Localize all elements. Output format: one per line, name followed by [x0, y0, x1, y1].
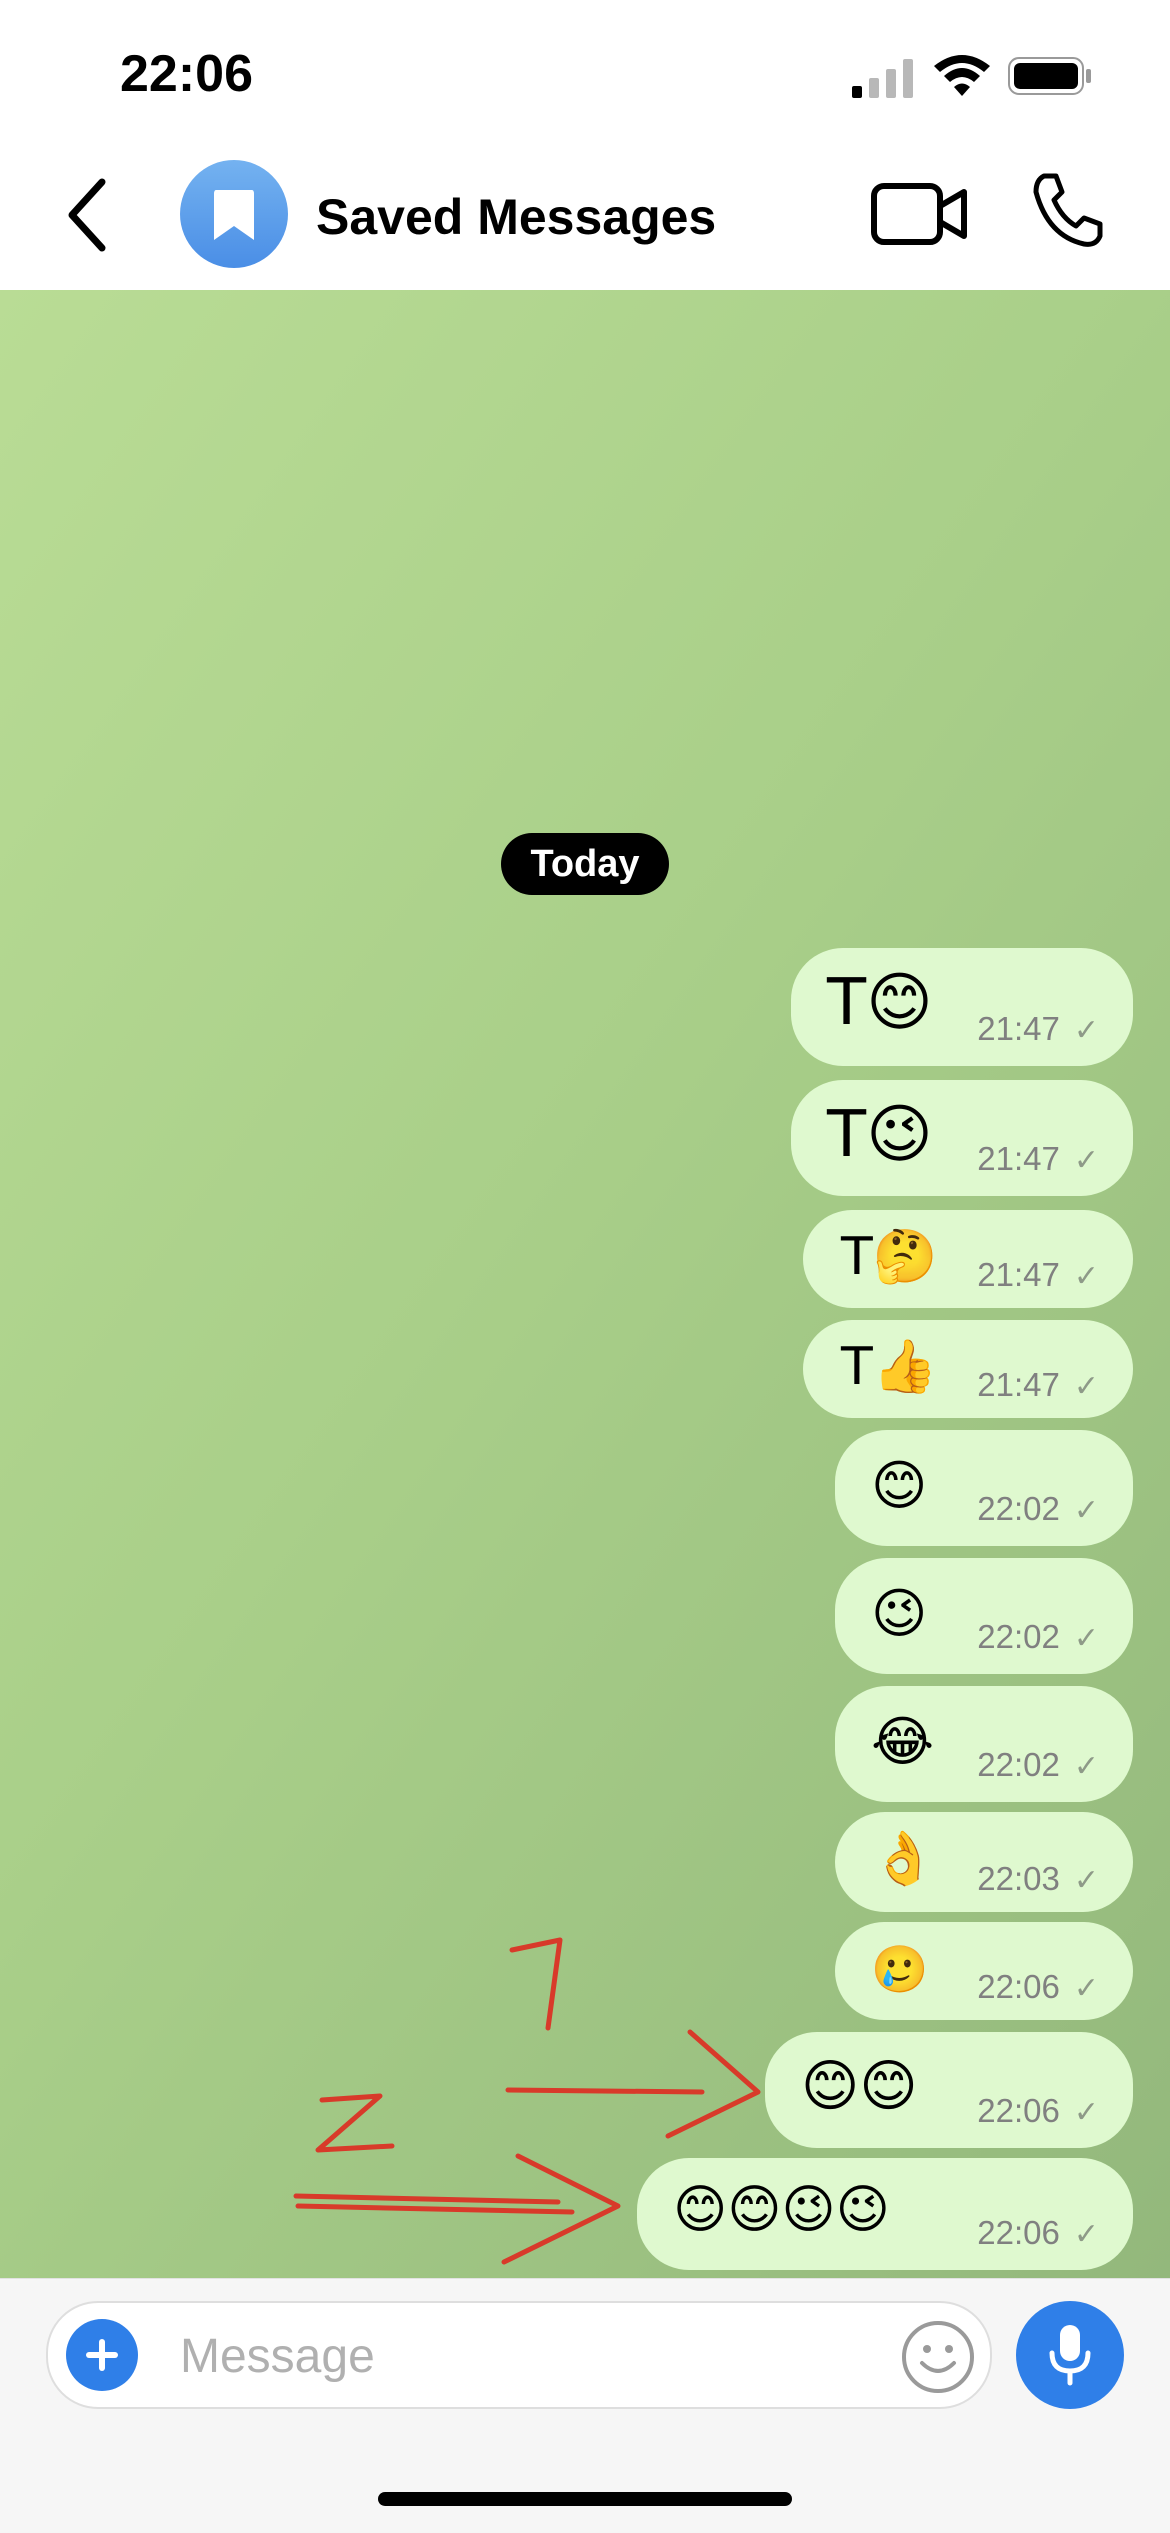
message-time: 22:02	[977, 1490, 1060, 1527]
annotation-arrow-one	[505, 2029, 761, 2139]
message-text: 🥲	[871, 1942, 929, 1996]
phone-icon[interactable]	[1030, 170, 1104, 250]
message-text: 😊😊😉😉	[673, 2180, 890, 2240]
message-bubble[interactable]: T🤔 21:47 ✓	[803, 1210, 1133, 1308]
message-bubble[interactable]: 😊😊 22:06 ✓	[765, 2032, 1133, 2148]
message-meta: 21:47 ✓	[977, 1010, 1099, 1048]
message-bubble[interactable]: 😂 22:02 ✓	[835, 1686, 1133, 1802]
wifi-icon	[934, 55, 990, 96]
message-time: 21:47	[977, 1010, 1060, 1047]
message-input[interactable]: Message	[46, 2301, 992, 2409]
message-meta: 21:47 ✓	[977, 1256, 1099, 1294]
message-placeholder: Message	[180, 2330, 375, 2383]
message-bubble[interactable]: 👌 22:03 ✓	[835, 1812, 1133, 1912]
message-text: 👌	[871, 1829, 936, 1889]
message-bubble[interactable]: 🥲 22:06 ✓	[835, 1922, 1133, 2020]
message-time: 21:47	[977, 1366, 1060, 1403]
message-time: 22:06	[977, 2092, 1060, 2129]
message-text: T😉	[827, 1098, 933, 1172]
message-bubble[interactable]: T😉 21:47 ✓	[791, 1080, 1133, 1196]
battery-icon	[1008, 57, 1091, 95]
check-icon: ✓	[1073, 1260, 1099, 1293]
check-icon: ✓	[1073, 1494, 1099, 1527]
message-time: 21:47	[977, 1140, 1060, 1177]
check-icon: ✓	[1073, 1864, 1099, 1897]
message-meta: 21:47 ✓	[977, 1366, 1099, 1404]
message-text: 😊	[871, 1454, 928, 1517]
check-icon: ✓	[1073, 1144, 1099, 1177]
video-camera-icon[interactable]	[870, 174, 970, 254]
check-icon: ✓	[1073, 2218, 1099, 2251]
home-indicator[interactable]	[378, 2492, 792, 2506]
message-text: 😊😊	[801, 2054, 918, 2119]
avatar[interactable]	[180, 160, 288, 268]
message-list[interactable]: Today T😊 21:47 ✓ T😉 21:47 ✓ T🤔 21:47 ✓ T👍 2…	[0, 290, 1170, 2278]
date-separator: Today	[501, 833, 669, 895]
smiley-icon[interactable]	[900, 2319, 976, 2395]
message-meta: 21:47 ✓	[977, 1140, 1099, 1178]
message-text: 😂	[871, 1710, 935, 1773]
message-meta: 22:02 ✓	[977, 1618, 1099, 1656]
check-icon: ✓	[1073, 1750, 1099, 1783]
annotation-arrow-two	[293, 2153, 621, 2265]
microphone-icon[interactable]	[1016, 2301, 1124, 2409]
check-icon: ✓	[1073, 1370, 1099, 1403]
message-text: T🤔	[841, 1227, 938, 1287]
message-bubble[interactable]: 😊 22:02 ✓	[835, 1430, 1133, 1546]
message-bubble[interactable]: 😊😊😉😉 22:06 ✓	[637, 2158, 1133, 2270]
annotation-two	[315, 2093, 395, 2153]
annotation-one	[509, 1937, 563, 2031]
message-time: 22:02	[977, 1746, 1060, 1783]
status-bar: 22:06	[0, 0, 1170, 140]
message-meta: 22:06 ✓	[977, 1968, 1099, 2006]
message-meta: 22:02 ✓	[977, 1490, 1099, 1528]
bookmark-icon	[214, 190, 254, 240]
chevron-left-icon[interactable]	[56, 172, 116, 258]
message-time: 22:03	[977, 1860, 1060, 1897]
check-icon: ✓	[1073, 1622, 1099, 1655]
message-time: 22:06	[977, 2214, 1060, 2251]
message-meta: 22:06 ✓	[977, 2214, 1099, 2252]
check-icon: ✓	[1073, 1972, 1099, 2005]
message-time: 22:06	[977, 1968, 1060, 2005]
message-meta: 22:02 ✓	[977, 1746, 1099, 1784]
message-meta: 22:06 ✓	[977, 2092, 1099, 2130]
chat-title[interactable]: Saved Messages	[316, 188, 716, 246]
message-bubble[interactable]: T😊 21:47 ✓	[791, 948, 1133, 1066]
message-text: 😉	[871, 1582, 928, 1645]
check-icon: ✓	[1073, 2096, 1099, 2129]
plus-icon[interactable]	[66, 2319, 138, 2391]
message-bubble[interactable]: T👍 21:47 ✓	[803, 1320, 1133, 1418]
message-text: T😊	[827, 966, 933, 1040]
check-icon: ✓	[1073, 1014, 1099, 1047]
message-time: 21:47	[977, 1256, 1060, 1293]
message-time: 22:02	[977, 1618, 1060, 1655]
message-text: T👍	[841, 1337, 938, 1397]
chat-header: Saved Messages	[0, 140, 1170, 290]
message-bubble[interactable]: 😉 22:02 ✓	[835, 1558, 1133, 1674]
status-time: 22:06	[120, 45, 253, 103]
cellular-signal-icon	[852, 59, 913, 98]
message-meta: 22:03 ✓	[977, 1860, 1099, 1898]
